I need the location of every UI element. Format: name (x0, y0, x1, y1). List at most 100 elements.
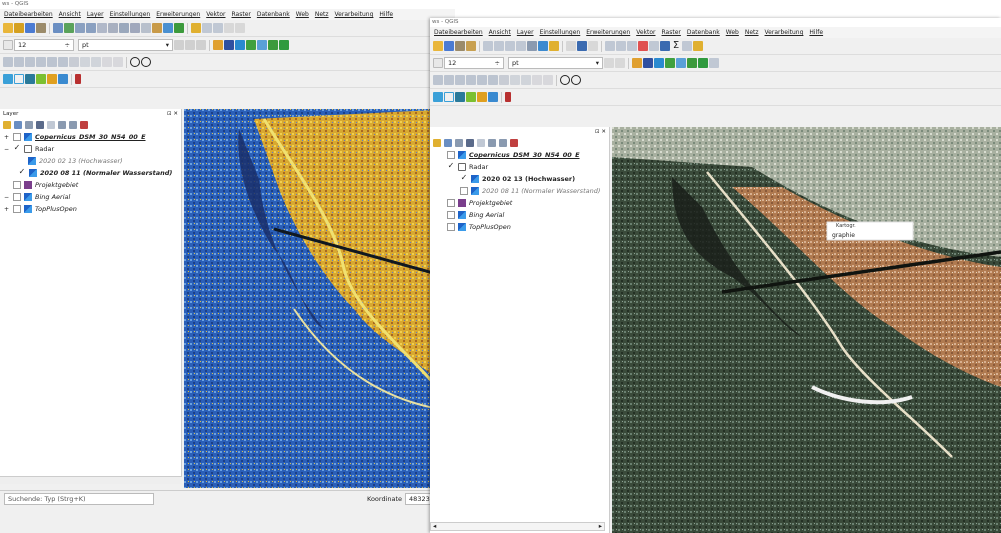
rotate-ccw-icon[interactable] (141, 57, 151, 67)
style-icon[interactable] (3, 121, 11, 129)
menu-item[interactable]: Web (726, 29, 739, 36)
label-tool-icon[interactable] (433, 75, 443, 85)
add-wms-icon[interactable] (455, 92, 465, 102)
measure-area-icon[interactable] (616, 41, 626, 51)
scroll-right-icon[interactable]: ▸ (599, 523, 602, 530)
expand-toggle[interactable]: − (3, 146, 10, 153)
label-highlight-icon[interactable] (521, 75, 531, 85)
ruler-icon[interactable] (643, 58, 653, 68)
label-pin-icon[interactable] (510, 75, 520, 85)
add-raster-icon[interactable] (444, 92, 454, 102)
move-label-icon[interactable] (466, 75, 476, 85)
measure-icon[interactable] (224, 23, 234, 33)
menu-item[interactable]: Web (296, 11, 309, 18)
zoom-selection-icon[interactable] (119, 23, 129, 33)
font-size-field[interactable]: 12 ÷ (444, 57, 504, 69)
plugin-icon[interactable] (687, 58, 697, 68)
redo-icon[interactable] (113, 57, 123, 67)
expand-toggle[interactable]: + (3, 206, 10, 213)
zoom-full-icon[interactable] (97, 23, 107, 33)
save-project-icon[interactable] (444, 41, 454, 51)
zoom-last-icon[interactable] (130, 23, 140, 33)
processing-icon[interactable] (709, 58, 719, 68)
layer-checkbox[interactable] (460, 187, 468, 195)
panel-close-icon[interactable]: ⊡ ✕ (167, 109, 178, 119)
zoom-out-icon[interactable] (86, 23, 96, 33)
vertex-tool-icon[interactable] (505, 41, 515, 51)
style-icon[interactable] (433, 139, 441, 147)
font-size-field[interactable]: 12 ÷ (14, 39, 74, 51)
menu-item[interactable]: Einstellungen (540, 29, 581, 36)
rotate-label-icon[interactable] (477, 75, 487, 85)
scroll-left-icon[interactable]: ◂ (433, 523, 436, 530)
menu-item[interactable]: Layer (517, 29, 534, 36)
expand-all-icon[interactable] (58, 121, 66, 129)
print-layout-icon[interactable] (455, 41, 465, 51)
pan-icon[interactable] (53, 23, 63, 33)
layer-checkbox[interactable] (447, 211, 455, 219)
bookmark-icon[interactable] (638, 41, 648, 51)
menu-item[interactable]: Hilfe (379, 11, 393, 18)
layer-row[interactable]: ✓ 2020 08 11 (Normaler Wasserstand) (0, 167, 181, 179)
label-tool-icon[interactable] (3, 57, 13, 67)
deselect-icon[interactable] (588, 41, 598, 51)
diagram-icon[interactable] (69, 57, 79, 67)
add-virtual-layer-icon[interactable] (75, 74, 81, 84)
menu-item[interactable]: Datenbank (687, 29, 720, 36)
digitize-icon[interactable] (213, 40, 223, 50)
layer-checkbox[interactable]: ✓ (460, 174, 468, 183)
select-icon[interactable] (202, 23, 212, 33)
python-icon[interactable] (698, 58, 708, 68)
add-wms-icon[interactable] (25, 74, 35, 84)
menu-item[interactable]: Netz (315, 11, 329, 18)
font-style-icon[interactable] (3, 40, 13, 50)
menu-item[interactable]: Netz (745, 29, 759, 36)
layer-checkbox[interactable] (13, 181, 21, 189)
select-feature-icon[interactable] (577, 41, 587, 51)
new-project-icon[interactable] (433, 41, 443, 51)
show-label-icon[interactable] (25, 57, 35, 67)
attribute-table-icon[interactable] (213, 23, 223, 33)
layer-row[interactable]: ✓ 2020 02 13 (Hochwasser) (430, 173, 609, 185)
chart-icon[interactable] (676, 58, 686, 68)
layer-row[interactable]: Bing Aerial (430, 209, 609, 221)
menu-item[interactable]: Dateibearbeiten (434, 29, 483, 36)
filter-icon[interactable] (174, 40, 184, 50)
locator-search-input[interactable]: Suchende: Typ (Strg+K) (4, 492, 154, 505)
menu-item[interactable]: Vektor (206, 11, 225, 18)
expression-filter-icon[interactable] (47, 121, 55, 129)
new-bookmark-icon[interactable] (163, 23, 173, 33)
plugin-icon[interactable] (268, 40, 278, 50)
layer-checkbox[interactable] (13, 133, 21, 141)
zoom-next-icon[interactable] (141, 23, 151, 33)
show-label-icon[interactable] (455, 75, 465, 85)
menu-item[interactable]: Datenbank (257, 11, 290, 18)
map-tips-icon[interactable] (649, 41, 659, 51)
settings-icon[interactable] (660, 41, 670, 51)
expression-filter-icon[interactable] (477, 139, 485, 147)
chart-icon[interactable] (257, 40, 267, 50)
menu-item[interactable]: Einstellungen (110, 11, 151, 18)
tips-icon[interactable] (693, 41, 703, 51)
layer-checkbox[interactable]: ✓ (13, 144, 21, 153)
paste-icon[interactable] (549, 41, 559, 51)
layer-checkbox[interactable]: ✓ (18, 168, 26, 177)
layer-row[interactable]: 2020 02 13 (Hochwasser) (0, 155, 181, 167)
layer-row[interactable]: Projektgebiet (430, 197, 609, 209)
map-tips-icon[interactable] (235, 23, 245, 33)
measure-icon[interactable] (605, 41, 615, 51)
add-csv-icon[interactable] (47, 74, 57, 84)
add-group-icon[interactable] (14, 121, 22, 129)
layer-row[interactable]: + TopPlusOpen (0, 203, 181, 215)
menu-item[interactable]: Raster (662, 29, 681, 36)
pan-to-selection-icon[interactable] (64, 23, 74, 33)
move-label-icon[interactable] (36, 57, 46, 67)
close-selection-icon[interactable] (196, 40, 206, 50)
pin-label-icon[interactable] (444, 75, 454, 85)
deselect-icon[interactable] (185, 40, 195, 50)
menu-item[interactable]: Dateibearbeiten (4, 11, 53, 18)
layer-row[interactable]: TopPlusOpen (430, 221, 609, 233)
add-spatialite-icon[interactable] (488, 92, 498, 102)
sigma-icon[interactable]: Σ (671, 41, 681, 51)
menu-item[interactable]: Verarbeitung (765, 29, 804, 36)
